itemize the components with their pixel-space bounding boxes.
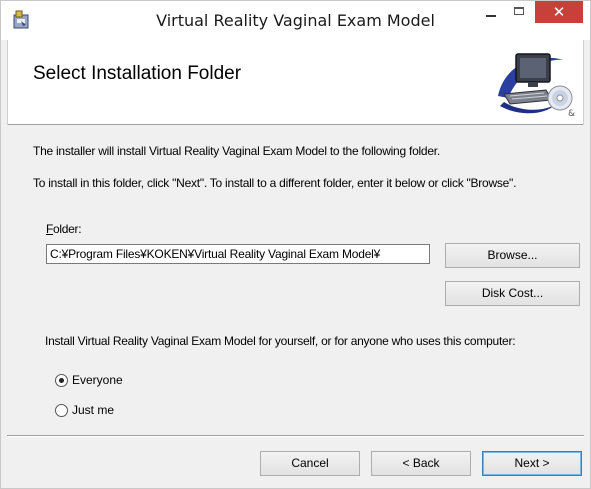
radio-everyone-label: Everyone — [72, 373, 123, 387]
radio-button-selected[interactable] — [55, 374, 68, 387]
folder-path-input[interactable] — [46, 244, 430, 264]
close-icon: ✕ — [552, 3, 566, 21]
title-bar: Virtual Reality Vaginal Exam Model ✕ — [1, 1, 590, 40]
radio-button-unselected[interactable] — [55, 404, 68, 417]
install-description: The installer will install Virtual Reali… — [33, 144, 440, 158]
folder-label-text: older: — [53, 222, 82, 236]
install-instructions: To install in this folder, click "Next".… — [33, 176, 517, 190]
maximize-button[interactable] — [507, 1, 533, 27]
page-title: Select Installation Folder — [33, 63, 242, 84]
browse-button[interactable]: Browse... — [445, 243, 580, 268]
svg-text:&: & — [568, 109, 575, 119]
installer-window: Virtual Reality Vaginal Exam Model ✕ Sel… — [0, 0, 591, 489]
footer-divider-highlight — [7, 436, 584, 437]
computer-cd-icon: & — [498, 53, 575, 119]
folder-label: Folder: — [46, 222, 82, 236]
install-for-prompt: Install Virtual Reality Vaginal Exam Mod… — [45, 334, 516, 348]
close-button[interactable]: ✕ — [535, 1, 583, 23]
header-banner: Select Installation Folder & — [7, 40, 584, 125]
disk-cost-button[interactable]: Disk Cost... — [445, 281, 580, 306]
folder-label-accelerator: F — [46, 222, 54, 236]
minimize-button[interactable] — [478, 1, 504, 27]
radio-just-me-label: Just me — [72, 403, 115, 417]
back-button[interactable]: < Back — [371, 451, 471, 476]
cancel-button[interactable]: Cancel — [260, 451, 360, 476]
next-button[interactable]: Next > — [482, 451, 582, 476]
